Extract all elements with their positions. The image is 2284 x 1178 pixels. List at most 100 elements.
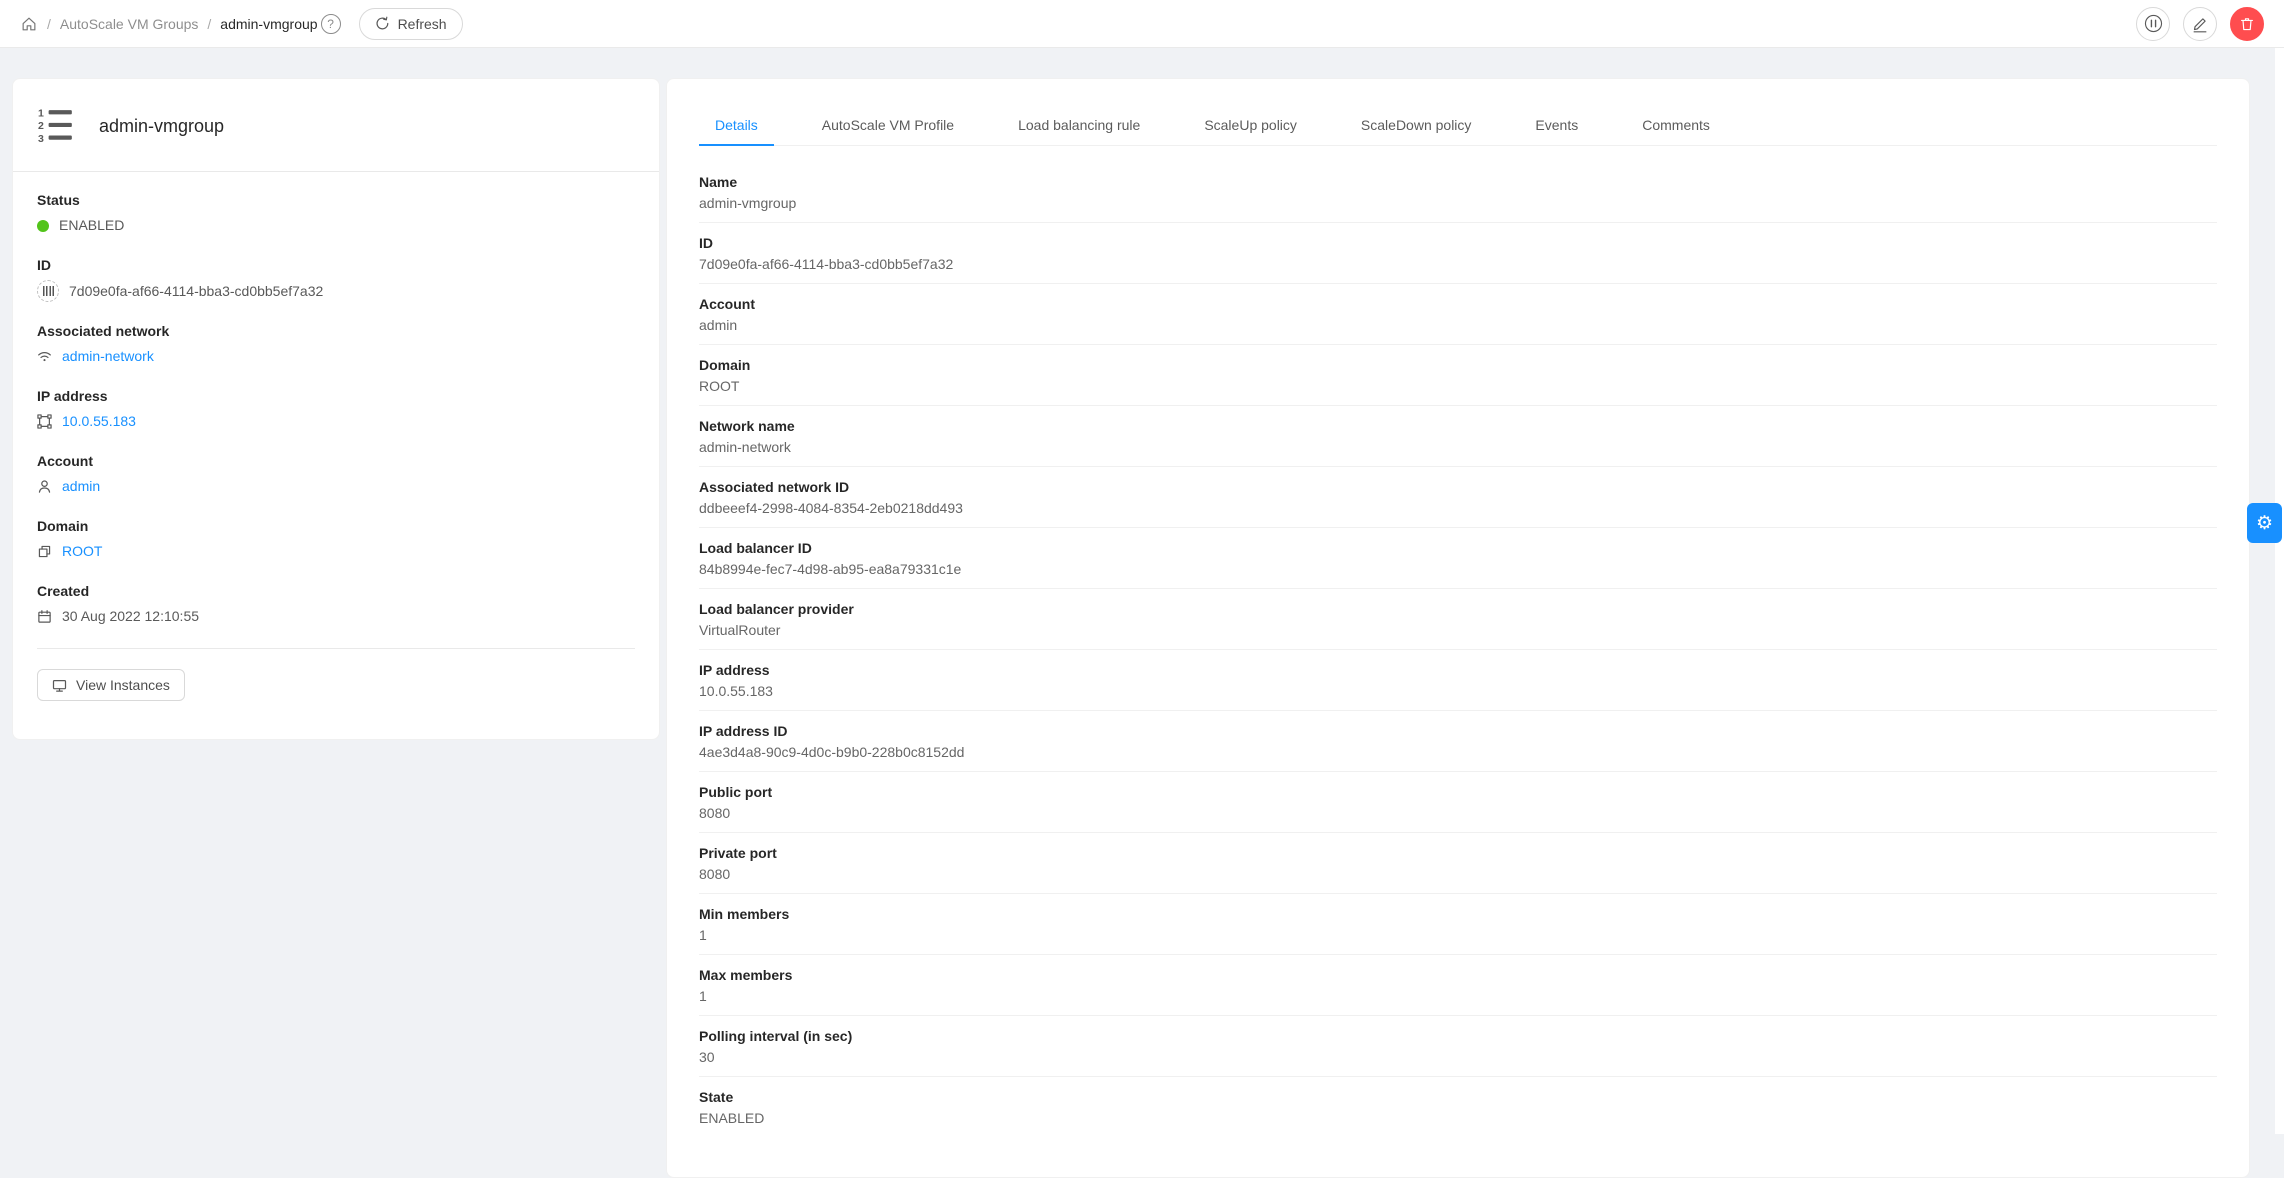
calendar-icon	[37, 609, 52, 624]
help-icon[interactable]: ?	[321, 14, 341, 34]
info-value: ROOT	[37, 541, 635, 562]
svg-text:3: 3	[38, 133, 44, 145]
info-value: admin	[37, 476, 635, 497]
info-text: ENABLED	[59, 215, 124, 236]
status-dot	[37, 220, 49, 232]
detail-label: Private port	[699, 843, 2217, 864]
info-value: ENABLED	[37, 215, 635, 236]
detail-label: Load balancer ID	[699, 538, 2217, 559]
detail-row-private-port: Private port8080	[699, 833, 2217, 894]
detail-label: Network name	[699, 416, 2217, 437]
refresh-button[interactable]: Refresh	[359, 8, 463, 40]
detail-row-account: Accountadmin	[699, 284, 2217, 345]
detail-row-ip-address: IP address10.0.55.183	[699, 650, 2217, 711]
info-label: ID	[37, 257, 635, 273]
detail-row-domain: DomainROOT	[699, 345, 2217, 406]
breadcrumb: /AutoScale VM Groups/admin-vmgroup	[20, 15, 318, 33]
detail-value: VirtualRouter	[699, 620, 2217, 641]
info-link[interactable]: ROOT	[62, 541, 102, 562]
detail-row-ip-address-id: IP address ID4ae3d4a8-90c9-4d0c-b9b0-228…	[699, 711, 2217, 772]
tab-events[interactable]: Events	[1519, 105, 1594, 145]
detail-label: Name	[699, 172, 2217, 193]
detail-value: admin-network	[699, 437, 2217, 458]
info-label: IP address	[37, 388, 635, 404]
detail-value: 84b8994e-fec7-4d98-ab95-ea8a79331c1e	[699, 559, 2217, 580]
detail-row-associated-network-id: Associated network IDddbeeef4-2998-4084-…	[699, 467, 2217, 528]
info-value: 30 Aug 2022 12:10:55	[37, 606, 635, 627]
resource-info-card: 123 admin-vmgroup StatusENABLED ID 7d09e0f…	[12, 78, 660, 740]
info-section-id: ID 7d09e0fa-af66-4114-bba3-cd0bb5ef7a32	[37, 257, 635, 302]
info-section-ip-address: IP address 10.0.55.183	[37, 388, 635, 432]
info-link[interactable]: admin	[62, 476, 100, 497]
detail-value: 8080	[699, 864, 2217, 885]
svg-text:1: 1	[38, 108, 44, 120]
monitor-icon	[52, 678, 67, 693]
detail-label: Domain	[699, 355, 2217, 376]
user-icon	[37, 479, 52, 494]
edit-icon	[2191, 15, 2209, 33]
detail-value: 30	[699, 1047, 2217, 1068]
home-icon[interactable]	[20, 15, 38, 33]
detail-list: Nameadmin-vmgroup ID7d09e0fa-af66-4114-bb…	[699, 162, 2217, 1137]
info-section-status: StatusENABLED	[37, 192, 635, 236]
breadcrumb-item-admin-vmgroup: admin-vmgroup	[220, 16, 317, 32]
info-value: admin-network	[37, 346, 635, 367]
header-actions	[2136, 7, 2264, 41]
tab-autoscale-vm-profile[interactable]: AutoScale VM Profile	[806, 105, 970, 145]
detail-value: 7d09e0fa-af66-4114-bba3-cd0bb5ef7a32	[699, 254, 2217, 275]
detail-label: State	[699, 1087, 2217, 1108]
info-section-created: Created 30 Aug 2022 12:10:55	[37, 583, 635, 627]
detail-value: admin-vmgroup	[699, 193, 2217, 214]
refresh-label: Refresh	[398, 16, 447, 32]
info-link[interactable]: 10.0.55.183	[62, 411, 136, 432]
detail-label: Associated network ID	[699, 477, 2217, 498]
detail-row-polling-interval-in-sec-: Polling interval (in sec)30	[699, 1016, 2217, 1077]
info-link[interactable]: admin-network	[62, 346, 154, 367]
detail-label: Public port	[699, 782, 2217, 803]
detail-label: Account	[699, 294, 2217, 315]
resource-header: 123 admin-vmgroup	[13, 79, 659, 171]
detail-value: 1	[699, 925, 2217, 946]
info-label: Domain	[37, 518, 635, 534]
detail-row-state: StateENABLED	[699, 1077, 2217, 1137]
block-icon	[37, 544, 52, 559]
detail-label: Min members	[699, 904, 2217, 925]
detail-value: 4ae3d4a8-90c9-4d0c-b9b0-228b0c8152dd	[699, 742, 2217, 763]
scrollbar[interactable]	[2275, 48, 2284, 1134]
detail-row-min-members: Min members1	[699, 894, 2217, 955]
info-label: Associated network	[37, 323, 635, 339]
breadcrumb-separator: /	[47, 16, 51, 32]
view-instances-button[interactable]: View Instances	[37, 669, 185, 701]
info-section-associated-network: Associated network admin-network	[37, 323, 635, 367]
detail-row-network-name: Network nameadmin-network	[699, 406, 2217, 467]
info-label: Created	[37, 583, 635, 599]
tab-scaleup-policy[interactable]: ScaleUp policy	[1188, 105, 1313, 145]
detail-value: ENABLED	[699, 1108, 2217, 1129]
tab-details[interactable]: Details	[699, 105, 774, 145]
gear-icon: ⚙	[2256, 514, 2273, 533]
pause-button[interactable]	[2136, 7, 2170, 41]
detail-label: ID	[699, 233, 2217, 254]
gateway-icon	[37, 414, 52, 429]
delete-button[interactable]	[2230, 7, 2264, 41]
detail-value: 10.0.55.183	[699, 681, 2217, 702]
wifi-icon	[37, 349, 52, 364]
tab-bar: Details AutoScale VM Profile Load balancin…	[699, 105, 2217, 146]
detail-row-load-balancer-provider: Load balancer providerVirtualRouter	[699, 589, 2217, 650]
top-bar: /AutoScale VM Groups/admin-vmgroup ? Ref…	[0, 0, 2284, 48]
page-title: admin-vmgroup	[99, 116, 224, 137]
view-instances-label: View Instances	[76, 677, 170, 693]
detail-row-name: Nameadmin-vmgroup	[699, 162, 2217, 223]
detail-row-max-members: Max members1	[699, 955, 2217, 1016]
settings-drawer-button[interactable]: ⚙	[2247, 503, 2282, 543]
breadcrumb-item-autoscale-vm-groups[interactable]: AutoScale VM Groups	[60, 16, 199, 32]
tab-scaledown-policy[interactable]: ScaleDown policy	[1345, 105, 1488, 145]
detail-label: Polling interval (in sec)	[699, 1026, 2217, 1047]
info-text: 30 Aug 2022 12:10:55	[62, 606, 199, 627]
info-section-account: Accountadmin	[37, 453, 635, 497]
tab-comments[interactable]: Comments	[1626, 105, 1726, 145]
detail-value: admin	[699, 315, 2217, 336]
tab-load-balancing-rule[interactable]: Load balancing rule	[1002, 105, 1156, 145]
info-text: 7d09e0fa-af66-4114-bba3-cd0bb5ef7a32	[69, 281, 323, 302]
edit-button[interactable]	[2183, 7, 2217, 41]
